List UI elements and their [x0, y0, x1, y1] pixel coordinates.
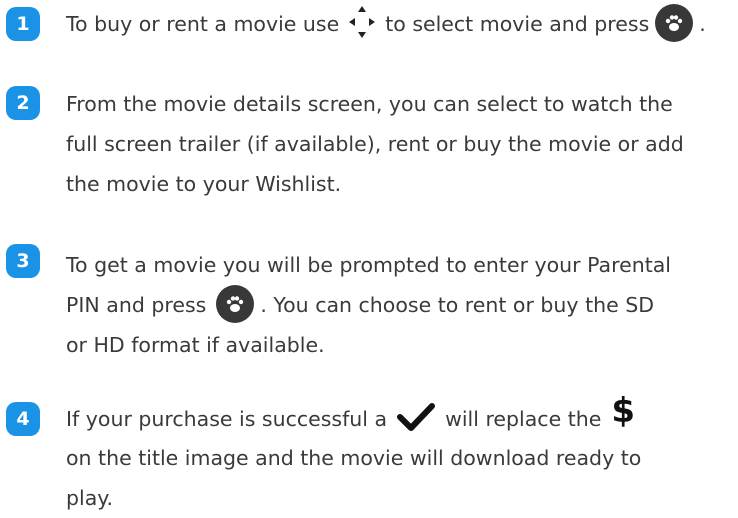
- step-number-badge: 2: [6, 86, 40, 120]
- dollar-icon: $: [611, 391, 636, 431]
- step-line: play.: [66, 486, 113, 510]
- step-line: full screen trailer (if available), rent…: [66, 132, 684, 156]
- step-line: If your purchase is successful a will rep…: [66, 394, 641, 438]
- paw-ok-button-icon: [216, 285, 255, 323]
- step-line: the movie to your Wishlist.: [66, 172, 342, 196]
- step-line: PIN and press . You can choose to rent or…: [66, 285, 671, 325]
- step-number-badge: 3: [6, 244, 40, 278]
- step-text: From the movie details screen, you can s…: [66, 84, 684, 204]
- step-line: To get a movie you will be prompted to e…: [66, 253, 672, 277]
- paw-ok-button-icon: [655, 4, 694, 42]
- step-line-segment: To buy or rent a movie use: [66, 12, 340, 36]
- step-line-segment: will replace the: [445, 407, 602, 431]
- step-number-badge: 1: [6, 7, 40, 41]
- step-line-segment: .: [699, 12, 706, 36]
- step-line-segment: PIN and press: [66, 293, 207, 317]
- step-text: If your purchase is successful a will rep…: [66, 394, 642, 518]
- step-line-segment: to select movie and press: [385, 12, 650, 36]
- step-line: From the movie details screen, you can s…: [66, 92, 673, 116]
- step-line-segment: . You can choose to rent or buy the SD: [260, 293, 655, 317]
- step-text: To buy or rent a movie use to select movi…: [66, 4, 706, 44]
- step-number-badge: 4: [6, 402, 40, 436]
- step-text: To get a movie you will be prompted to e…: [66, 245, 671, 365]
- step-line-segment: If your purchase is successful a: [66, 407, 388, 431]
- dpad-arrows-icon: [345, 2, 379, 42]
- step-line: or HD format if available.: [66, 333, 325, 357]
- step-line: To buy or rent a movie use to select movi…: [66, 4, 706, 44]
- step-line: on the title image and the movie will do…: [66, 446, 642, 470]
- checkmark-icon: [395, 400, 437, 434]
